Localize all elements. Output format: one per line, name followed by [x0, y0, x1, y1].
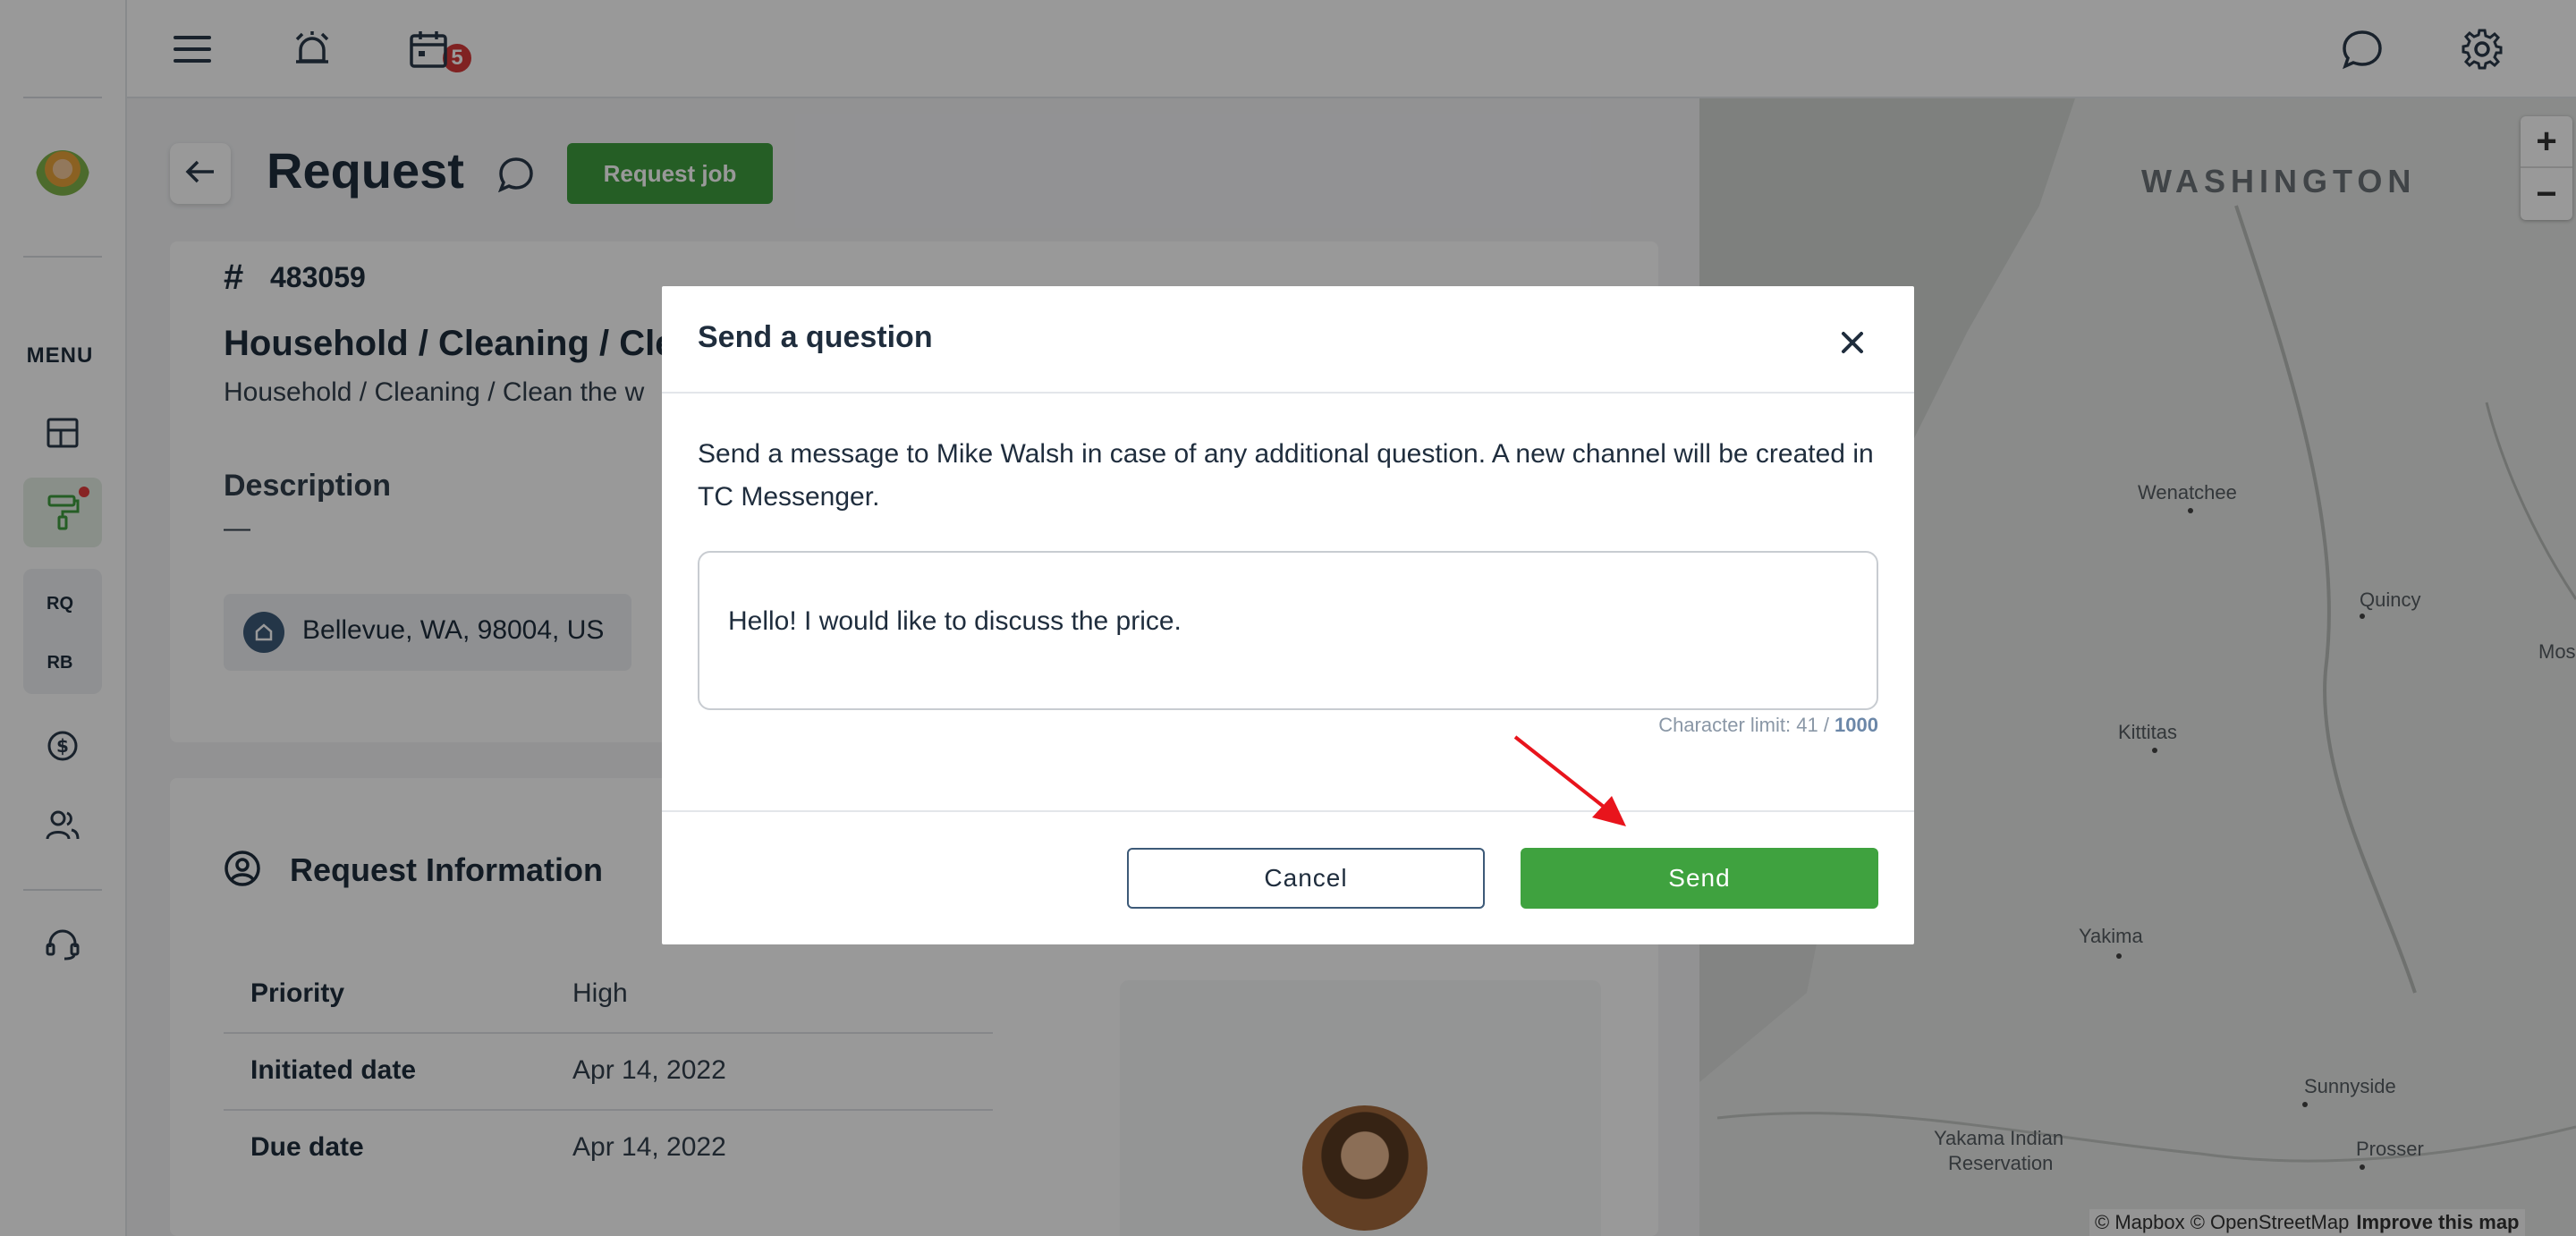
modal-footer-divider [662, 810, 1914, 812]
send-button[interactable]: Send [1521, 848, 1878, 909]
send-question-modal: Send a question Send a message to Mike W… [662, 286, 1914, 944]
question-textarea[interactable]: Hello! I would like to discuss the price… [698, 551, 1878, 710]
close-icon[interactable] [1830, 320, 1875, 365]
character-limit-max: 1000 [1835, 714, 1878, 736]
modal-header-divider [662, 392, 1914, 394]
modal-title: Send a question [698, 320, 933, 354]
cancel-button[interactable]: Cancel [1127, 848, 1485, 909]
annotation-arrow-icon [1513, 735, 1626, 826]
character-limit-count: Character limit: 41 / [1658, 714, 1835, 736]
modal-message: Send a message to Mike Walsh in case of … [698, 439, 1874, 512]
